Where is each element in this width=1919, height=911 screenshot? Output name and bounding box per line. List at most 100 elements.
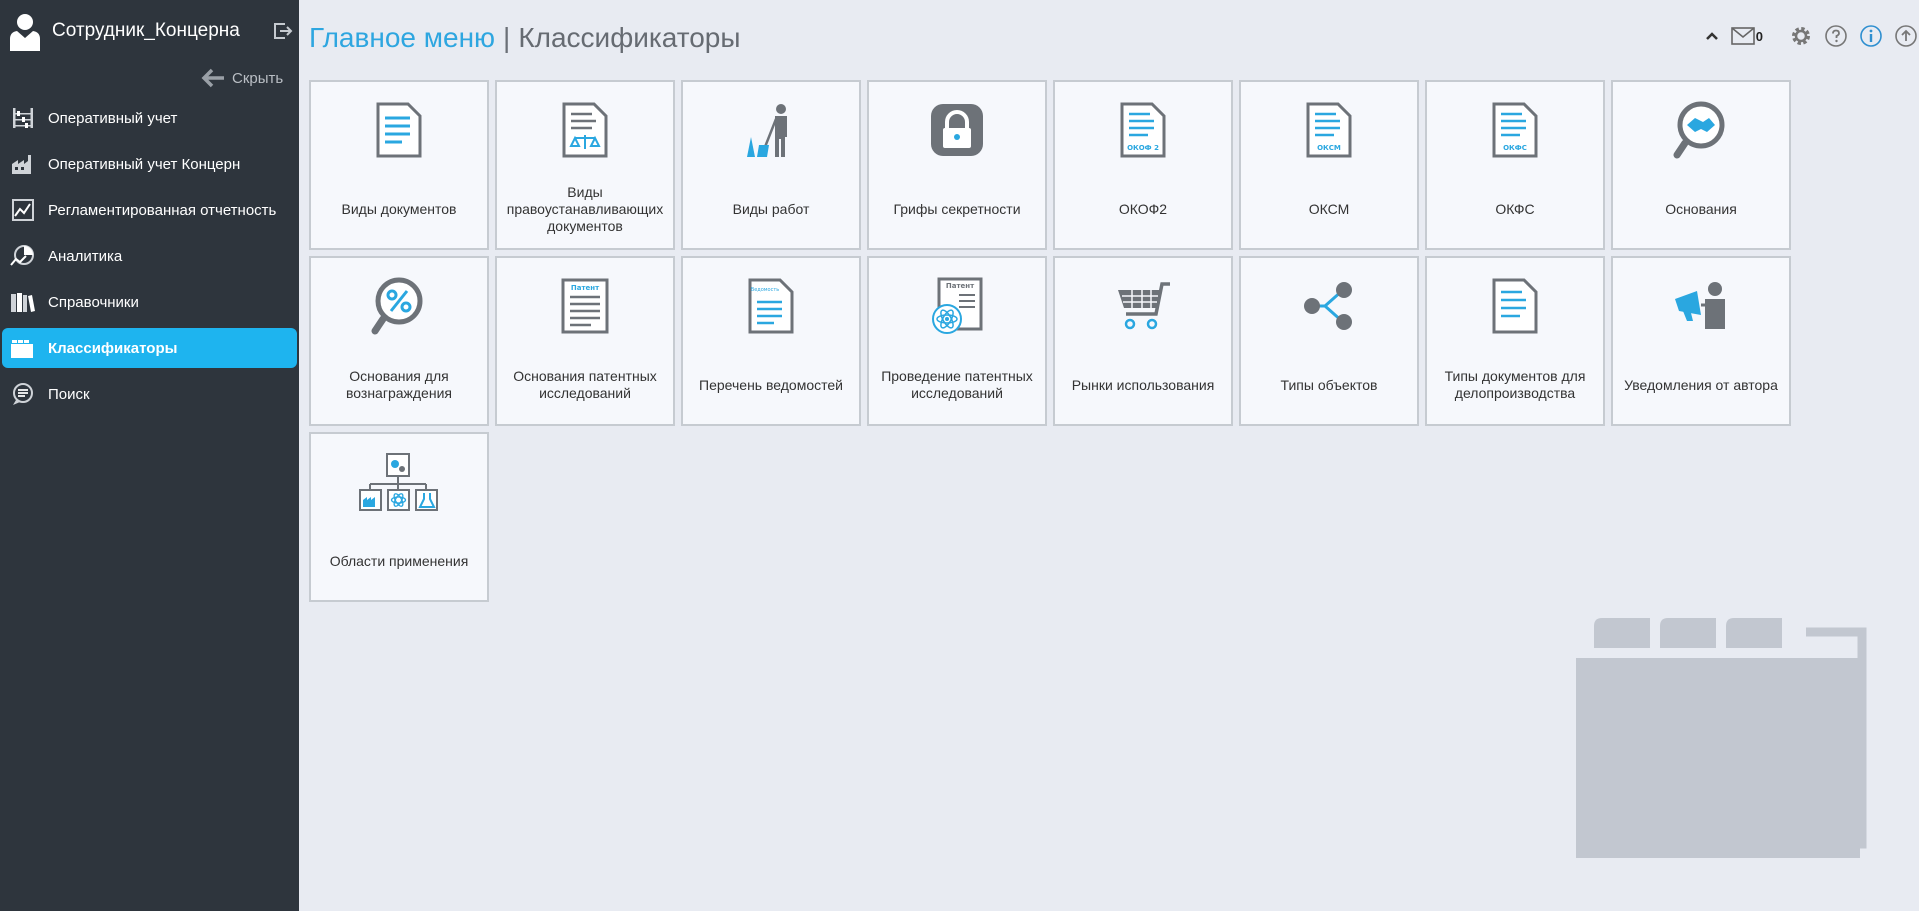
tile-secrecy-stamps[interactable]: Грифы секретности: [867, 80, 1047, 250]
tile-document-types[interactable]: Виды документов: [309, 80, 489, 250]
sidebar-item-label: Справочники: [48, 293, 139, 311]
tile-label: Грифы секретности: [893, 200, 1021, 217]
messages-button[interactable]: 0: [1730, 27, 1763, 45]
document-okfs-icon: ОКФС: [1492, 102, 1538, 158]
upload-button[interactable]: [1893, 23, 1919, 49]
tile-label: Проведение патентных исследований: [881, 368, 1033, 401]
user-name: Сотрудник_Концерна: [52, 20, 240, 41]
tile-okof2[interactable]: ОКОФ 2 ОКОФ2: [1053, 80, 1233, 250]
user-avatar-icon: [10, 14, 40, 51]
help-button[interactable]: [1823, 23, 1849, 49]
tile-label: Виды правоустанавливающих документов: [506, 183, 664, 234]
svg-text:ОКОФ 2: ОКОФ 2: [1127, 144, 1159, 152]
tile-usage-markets[interactable]: Рынки использования: [1053, 256, 1233, 426]
help-icon: [1825, 25, 1847, 47]
tile-label: ОКОФ2: [1118, 200, 1168, 217]
sidebar-item-regulated-reporting[interactable]: Регламентированная отчетность: [0, 190, 299, 230]
org-chart-icon: [359, 453, 438, 511]
tile-reward-grounds[interactable]: Основания для вознаграждения: [309, 256, 489, 426]
document-oksm-icon: ОКСМ: [1306, 102, 1352, 158]
tile-label: ОКФС: [1495, 200, 1535, 217]
tile-label: Области применения: [329, 552, 469, 569]
tile-label: Рынки использования: [1071, 376, 1215, 393]
sidebar-item-analytics[interactable]: Аналитика: [0, 236, 299, 276]
tile-label: Основания: [1665, 200, 1737, 217]
breadcrumb-separator: |: [503, 22, 511, 53]
worker-shovel-icon: [747, 104, 787, 157]
factory-icon: [12, 155, 31, 174]
svg-text:Патент: Патент: [946, 282, 975, 290]
document-lines-icon: [1492, 278, 1538, 334]
envelope-icon: [1730, 27, 1755, 45]
svg-text:Ведомость: Ведомость: [751, 287, 780, 293]
tile-statements-list[interactable]: Ведомость Перечень ведомостей: [681, 256, 861, 426]
top-toolbar: 0: [1690, 22, 1919, 50]
classifiers-watermark-icon: [1576, 618, 1867, 858]
classifier-tiles: Виды документов Виды правоустанавливающи…: [309, 80, 1794, 602]
sidebar-item-label: Классификаторы: [48, 339, 178, 357]
tile-work-types[interactable]: Виды работ: [681, 80, 861, 250]
tile-patent-research-conduct[interactable]: Патент Проведение патентных исследований: [867, 256, 1047, 426]
abacus-icon: [13, 108, 33, 128]
magnifier-percent-icon: [371, 277, 423, 335]
sidebar-item-operational-concern[interactable]: Оперативный учет Концерн: [0, 144, 299, 184]
hide-sidebar-label: Скрыть: [232, 69, 284, 87]
shopping-cart-icon: [1118, 282, 1170, 330]
report-chart-icon: [12, 199, 34, 221]
gear-icon: [1792, 27, 1810, 45]
logout-icon[interactable]: [271, 20, 293, 42]
tile-object-types[interactable]: Типы объектов: [1239, 256, 1419, 426]
collapse-button[interactable]: [1699, 23, 1725, 49]
magnifier-handshake-icon: [1673, 101, 1725, 159]
tile-label: Перечень ведомостей: [699, 376, 843, 393]
patent-document-icon: Патент: [561, 278, 609, 334]
share-nodes-icon: [1304, 282, 1352, 330]
breadcrumb-home-link[interactable]: Главное меню: [309, 22, 495, 54]
info-button[interactable]: [1858, 23, 1884, 49]
sidebar-item-reference-books[interactable]: Справочники: [0, 282, 299, 322]
sidebar-item-label: Аналитика: [48, 247, 123, 265]
tile-application-areas[interactable]: Области применения: [309, 432, 489, 602]
info-icon: [1860, 25, 1882, 47]
chevron-up-icon: [1705, 32, 1718, 40]
tile-label: Основания патентных исследований: [513, 368, 657, 401]
tile-okfs[interactable]: ОКФС ОКФС: [1425, 80, 1605, 250]
tile-records-document-types[interactable]: Типы документов для делопроизводства: [1425, 256, 1605, 426]
hide-sidebar-button[interactable]: Скрыть: [200, 66, 283, 90]
user-panel: Сотрудник_Концерна: [8, 8, 293, 54]
folders-icon: [11, 340, 33, 358]
tile-label: Типы объектов: [1280, 376, 1378, 393]
analytics-icon: [10, 245, 34, 266]
sidebar-nav: Оперативный учет Оперативный учет Концер…: [0, 98, 299, 420]
sidebar-item-label: Поиск: [48, 385, 90, 403]
upload-icon: [1895, 25, 1917, 47]
tile-title-document-types[interactable]: Виды правоустанавливающих документов: [495, 80, 675, 250]
tile-label: Виды документов: [341, 200, 457, 217]
sidebar-item-label: Регламентированная отчетность: [48, 201, 277, 219]
lock-icon: [931, 104, 983, 156]
svg-text:ОКСМ: ОКСМ: [1317, 144, 1341, 152]
patent-atom-icon: Патент: [932, 277, 983, 334]
document-icon: [376, 102, 422, 158]
tile-author-notifications[interactable]: Уведомления от автора: [1611, 256, 1791, 426]
document-scales-icon: [562, 102, 608, 158]
breadcrumb: Главное меню | Классификаторы: [309, 18, 740, 58]
search-chat-icon: [13, 383, 33, 405]
tile-label: Типы документов для делопроизводства: [1444, 368, 1586, 401]
sidebar: Сотрудник_Концерна Скрыть Оперативный уч…: [0, 0, 299, 911]
tile-grounds[interactable]: Основания: [1611, 80, 1791, 250]
megaphone-person-icon: [1675, 282, 1725, 329]
tile-oksm[interactable]: ОКСМ ОКСМ: [1239, 80, 1419, 250]
tile-patent-research-grounds[interactable]: Патент Основания патентных исследований: [495, 256, 675, 426]
tile-label: Виды работ: [732, 200, 810, 217]
sidebar-item-label: Оперативный учет Концерн: [48, 155, 241, 173]
svg-text:Патент: Патент: [571, 284, 600, 292]
sidebar-item-search[interactable]: Поиск: [0, 374, 299, 414]
sidebar-item-operational[interactable]: Оперативный учет: [0, 98, 299, 138]
messages-count: 0: [1755, 28, 1763, 44]
sidebar-item-classifiers[interactable]: Классификаторы: [2, 328, 297, 368]
document-okof2-icon: ОКОФ 2: [1120, 102, 1166, 158]
tile-label: Уведомления от автора: [1624, 376, 1778, 393]
arrow-left-icon: [201, 68, 224, 88]
settings-button[interactable]: [1788, 23, 1814, 49]
